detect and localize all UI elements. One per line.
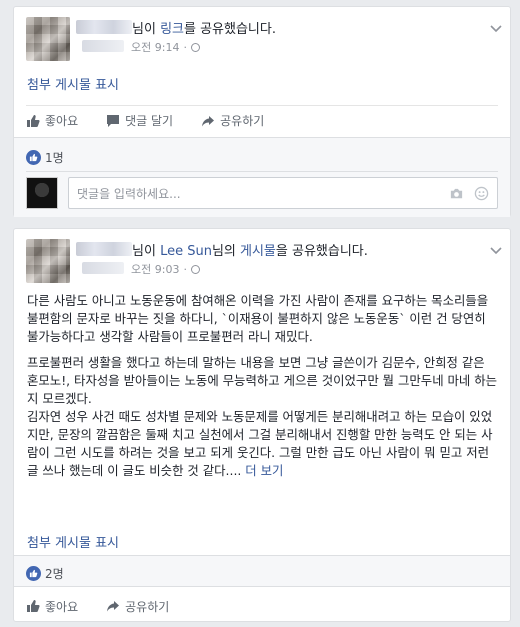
like-button[interactable]: 좋아요 [26,598,78,615]
camera-icon[interactable] [449,186,464,201]
like-count[interactable]: 1명 [26,149,64,166]
action-bar: 좋아요 공유하기 [26,591,498,621]
share-button[interactable]: 공유하기 [106,598,169,615]
reactions-area [14,555,510,587]
show-attachment-link[interactable]: 첨부 게시물 표시 [27,74,119,93]
post-meta: 오전 9:03 · [131,261,200,277]
smiley-icon[interactable] [474,186,489,201]
like-count[interactable]: 2명 [26,565,64,582]
secondary-name-blurred [82,262,124,274]
secondary-name-blurred [82,40,124,52]
show-attachment-link[interactable]: 첨부 게시물 표시 [27,532,119,551]
post-paragraph: 프로불편러 생활을 했다고 하는데 말하는 내용을 보면 그냥 글쓴이가 김문수… [27,355,498,406]
post-body: 다른 사람도 아니고 노동운동에 참여해온 이력을 가진 사람이 존재를 요구하… [27,292,498,488]
post-header: 님이 링크를 공유했습니다. [132,22,276,37]
thumbs-up-icon [27,600,40,612]
chevron-down-icon[interactable] [490,247,502,255]
share-arrow-icon [107,601,120,612]
timestamp[interactable]: 오전 9:03 [131,261,179,277]
author-name-blurred[interactable] [76,242,132,256]
chevron-down-icon[interactable] [490,25,502,33]
thumbs-up-icon [27,114,40,127]
comment-input[interactable]: 댓글을 입력하세요... [68,177,498,209]
author-avatar-blurred[interactable] [26,17,70,61]
share-arrow-icon [202,115,215,126]
like-button[interactable]: 좋아요 [26,112,78,129]
divider [26,171,498,172]
action-bar: 좋아요 댓글 달기 공유하기 [26,105,498,135]
author-name-blurred[interactable] [76,20,132,34]
post-paragraph: 김자연 성우 사건 때도 성차별 문제와 노동문제를 어떻게든 분리해내려고 하… [27,409,493,478]
timestamp[interactable]: 오전 9:14 [131,39,179,55]
globe-icon[interactable] [190,264,200,274]
like-bubble-icon [26,566,41,581]
like-bubble-icon [26,150,41,165]
share-button[interactable]: 공유하기 [201,112,264,129]
globe-icon[interactable] [190,42,200,52]
link-link[interactable]: 링크 [160,22,184,37]
current-user-avatar[interactable] [26,177,58,209]
shared-link-post: 님이 링크를 공유했습니다. 오전 9:14 · 첨부 게시물 표시 좋아요 댓… [13,6,511,217]
shared-post: 님이 Lee Sun님의 게시물을 공유했습니다. 오전 9:03 · 다른 사… [13,228,511,622]
see-more-link[interactable]: 더 보기 [245,463,283,478]
comment-button[interactable]: 댓글 달기 [106,112,173,129]
post-link[interactable]: 게시물 [240,244,276,259]
post-header: 님이 Lee Sun님의 게시물을 공유했습니다. [132,244,368,259]
author-avatar-blurred[interactable] [26,239,70,283]
speech-bubble-icon [107,114,120,127]
post-meta: 오전 9:14 · [131,39,200,55]
shared-author-link[interactable]: Lee Sun [160,244,212,259]
post-paragraph: 다른 사람도 아니고 노동운동에 참여해온 이력을 가진 사람이 존재를 요구하… [27,293,489,344]
